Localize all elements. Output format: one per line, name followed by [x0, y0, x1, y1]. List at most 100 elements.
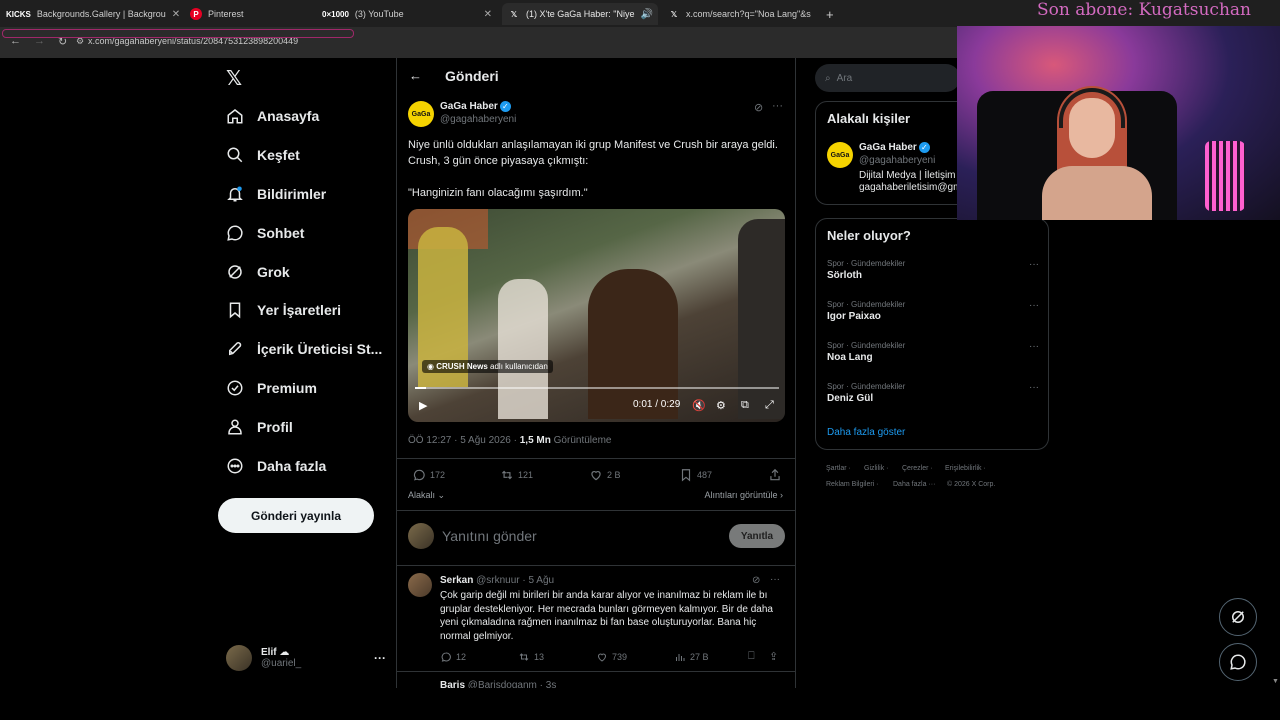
- more-dots-icon[interactable]: ···: [770, 574, 780, 585]
- nav-creator-studio[interactable]: İçerik Üreticisi St...: [226, 337, 382, 361]
- repost-action[interactable]: 13: [518, 651, 544, 663]
- scroll-down-icon[interactable]: ▼: [1272, 678, 1279, 685]
- divider: [397, 671, 795, 672]
- browser-tab[interactable]: KICKS Backgrounds.Gallery | Backgrou ✕: [0, 3, 180, 25]
- nav-premium[interactable]: Premium: [226, 376, 317, 400]
- nav-notifications[interactable]: Bildirimler: [226, 182, 326, 206]
- views-action[interactable]: 27 B: [674, 651, 709, 663]
- share-icon[interactable]: ⇪: [769, 650, 778, 663]
- nav-grok[interactable]: Grok: [226, 260, 290, 284]
- avatar: [226, 645, 252, 671]
- grok-icon[interactable]: ⊘: [754, 101, 763, 114]
- share-icon: [770, 468, 780, 481]
- footer-link[interactable]: Daha fazla ···: [893, 481, 935, 488]
- reply-handle-time: @srknuur · 5 Ağu: [476, 575, 555, 586]
- next-reply-author[interactable]: Baris @Barisdoganm · 3s: [440, 680, 556, 688]
- trend-category: Spor · Gündemdekiler: [827, 382, 906, 391]
- reply-input[interactable]: Yanıtını gönder: [442, 528, 537, 544]
- grok-icon: [1232, 611, 1244, 623]
- close-icon[interactable]: ✕: [653, 9, 658, 20]
- browser-tab[interactable]: 𝕏 x.com/search?q="Noa Lang"&s ✕: [662, 3, 817, 25]
- browser-tab[interactable]: P Pinterest: [184, 3, 309, 25]
- reply-icon: [413, 469, 425, 481]
- nav-label: Yer İşaretleri: [257, 302, 342, 318]
- trends-card: Neler oluyor? Spor · Gündemdekiler Sörlo…: [815, 218, 1049, 450]
- fullscreen-icon[interactable]: ⤢: [765, 399, 774, 412]
- reply-action[interactable]: 172: [412, 468, 445, 482]
- related-person[interactable]: GaGa Haber ✓ @gagahaberyeni Dijital Medya…: [859, 142, 961, 193]
- more-dots-icon[interactable]: ···: [1029, 259, 1039, 270]
- post-button[interactable]: Gönderi yayınla: [218, 498, 374, 533]
- close-icon[interactable]: ✕: [478, 9, 492, 20]
- video-progress-fill: [415, 387, 426, 389]
- author-block[interactable]: GaGa Haber ✓ @gagahaberyeni: [440, 101, 516, 125]
- related-person-name: GaGa Haber: [859, 142, 917, 154]
- author-avatar[interactable]: GaGa: [408, 101, 434, 127]
- trend-item[interactable]: Spor · Gündemdekiler Sörloth ···: [827, 259, 1047, 281]
- stream-subscriber-text: Son abone: Kugatsuchan: [1037, 0, 1251, 20]
- x-icon: 𝕏: [670, 9, 678, 19]
- avatar[interactable]: GaGa: [827, 142, 853, 168]
- nav-label: Profil: [257, 419, 293, 435]
- footer-link[interactable]: Şartlar ·: [826, 465, 851, 472]
- nav-chat[interactable]: Sohbet: [226, 221, 304, 245]
- more-dots-icon[interactable]: ···: [1029, 382, 1039, 393]
- nav-bookmarks[interactable]: Yer İşaretleri: [226, 298, 341, 322]
- reply-action[interactable]: 12: [440, 651, 466, 663]
- bookmark-icon[interactable]: ⎕: [748, 650, 755, 663]
- nav-profile[interactable]: Profil: [226, 415, 293, 439]
- trend-item[interactable]: Spor · Gündemdekiler Deniz Gül ···: [827, 382, 1047, 404]
- view-count: 1,5 Mn: [519, 435, 551, 446]
- webcam-lamp: [1205, 141, 1245, 211]
- trend-item[interactable]: Spor · Gündemdekiler Igor Paixao ···: [827, 300, 1047, 322]
- profile-icon: [228, 419, 242, 435]
- repost-action[interactable]: 121: [500, 468, 533, 482]
- pip-icon[interactable]: ⧉: [741, 399, 749, 412]
- grok-icon[interactable]: ⊘: [752, 575, 760, 586]
- account-switcher[interactable]: Elif ☁ @uariel_ ···: [226, 644, 386, 672]
- footer-copyright: © 2026 X Corp.: [947, 481, 996, 488]
- footer-link[interactable]: Gizlilik ·: [864, 465, 889, 472]
- browser-tab[interactable]: 0×1000 (3) YouTube ✕: [316, 3, 498, 25]
- more-dots-icon[interactable]: ···: [1029, 300, 1039, 311]
- user-name: Elif ☁: [261, 647, 290, 658]
- nav-home[interactable]: Anasayfa: [226, 104, 319, 128]
- heart-icon: [597, 653, 607, 662]
- reply-button[interactable]: Yanıtla: [729, 524, 785, 548]
- related-dropdown[interactable]: Alakalı ⌄: [408, 490, 445, 501]
- play-icon[interactable]: ▶: [419, 399, 427, 412]
- trend-item[interactable]: Spor · Gündemdekiler Noa Lang ···: [827, 341, 1047, 363]
- mute-icon[interactable]: 🔇: [692, 399, 706, 412]
- messages-fab[interactable]: [1219, 643, 1257, 681]
- page-scrollbar[interactable]: ▼: [1272, 220, 1280, 688]
- new-tab-button[interactable]: +: [820, 3, 840, 25]
- grok-fab[interactable]: [1219, 598, 1257, 636]
- settings-gear-icon[interactable]: ⚙: [716, 399, 726, 412]
- x-logo[interactable]: 𝕏: [226, 66, 242, 91]
- like-action[interactable]: 739: [596, 651, 627, 663]
- browser-tab-active[interactable]: 𝕏 (1) X'te GaGa Haber: "Niye 🔊 ✕: [502, 3, 658, 25]
- nav-explore[interactable]: Keşfet: [226, 143, 300, 167]
- speaker-icon[interactable]: 🔊: [634, 9, 652, 20]
- more-dots-icon[interactable]: ···: [1029, 341, 1039, 352]
- video-progress-bar[interactable]: [415, 387, 779, 389]
- close-icon[interactable]: ✕: [166, 9, 180, 20]
- show-more-link[interactable]: Daha fazla göster: [827, 427, 905, 438]
- footer-link[interactable]: Reklam Bilgileri ·: [826, 481, 879, 488]
- share-action[interactable]: [768, 468, 786, 482]
- view-quotes-link[interactable]: Alıntıları görüntüle ›: [704, 490, 783, 500]
- back-arrow-icon[interactable]: ←: [409, 68, 422, 83]
- close-icon[interactable]: ✕: [811, 9, 818, 20]
- nav-label: Grok: [257, 264, 290, 280]
- more-dots-icon[interactable]: ···: [374, 651, 386, 665]
- bookmark-action[interactable]: 487: [679, 468, 712, 482]
- search-input[interactable]: ⌕ Ara: [815, 64, 960, 92]
- more-dots-icon[interactable]: ···: [772, 100, 783, 112]
- nav-more[interactable]: Daha fazla: [226, 454, 326, 478]
- video-player[interactable]: ◉ CRUSH News adlı kullanıcıdan ▶ 0:01 / …: [408, 209, 785, 422]
- footer-link[interactable]: Çerezler ·: [902, 465, 933, 472]
- like-action[interactable]: 2 B: [589, 468, 621, 482]
- footer-link[interactable]: Erişilebilirlik ·: [945, 465, 986, 472]
- post-timestamp: ÖÖ 12:27 · 5 Ağu 2026 ·: [408, 435, 520, 446]
- video-source-badge[interactable]: ◉ CRUSH News adlı kullanıcıdan: [422, 360, 553, 373]
